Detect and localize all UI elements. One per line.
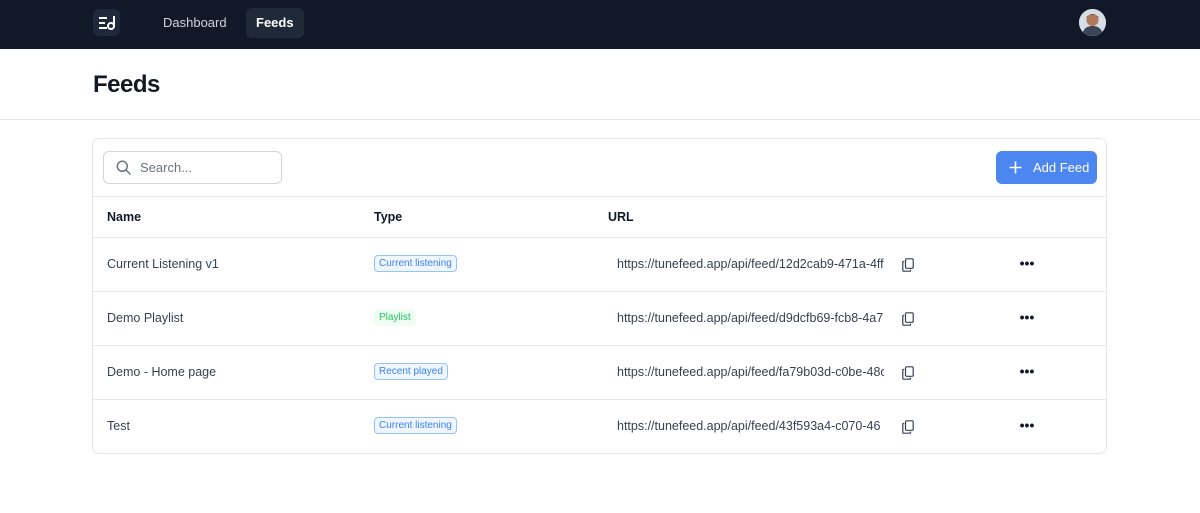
search-input[interactable] (140, 152, 275, 183)
type-badge: Playlist (374, 309, 416, 326)
feed-name: Demo Playlist (107, 311, 184, 325)
top-navbar: Dashboard Feeds (0, 0, 1200, 49)
feed-name: Current Listening v1 (107, 257, 219, 271)
feed-url: https://tunefeed.app/api/feed/43f593a4-c… (617, 419, 881, 433)
search-box[interactable] (103, 151, 282, 184)
feed-url: https://tunefeed.app/api/feed/12d2cab9-4… (617, 257, 884, 271)
nav-item-dashboard[interactable]: Dashboard (153, 8, 237, 38)
more-icon[interactable]: ••• (1018, 310, 1036, 326)
plus-icon (1009, 161, 1022, 174)
column-header-type: Type (374, 210, 403, 224)
feed-name: Demo - Home page (107, 365, 217, 379)
avatar[interactable] (1079, 9, 1106, 36)
copy-icon[interactable] (902, 420, 914, 434)
type-badge: Current listening (374, 417, 457, 434)
feed-name: Test (107, 419, 130, 433)
column-header-name: Name (107, 210, 142, 224)
copy-icon[interactable] (902, 366, 914, 380)
column-header-url: URL (608, 210, 634, 224)
feed-url: https://tunefeed.app/api/feed/d9dcfb69-f… (617, 311, 884, 325)
table-row: Test Current listening https://tunefeed.… (93, 400, 1106, 453)
add-feed-button[interactable]: Add Feed (996, 151, 1097, 184)
table-row: Current Listening v1 Current listening h… (93, 238, 1106, 292)
copy-icon[interactable] (902, 312, 914, 326)
more-icon[interactable]: ••• (1018, 256, 1036, 272)
type-badge: Recent played (374, 363, 448, 380)
app-logo-icon[interactable] (93, 9, 120, 36)
type-badge: Current listening (374, 255, 457, 272)
page-title: Feeds (93, 71, 160, 98)
table-header: Name Type URL (93, 196, 1106, 238)
table-row: Demo Playlist Playlist https://tunefeed.… (93, 292, 1106, 346)
copy-icon[interactable] (902, 258, 914, 272)
feeds-table-card: Add Feed Name Type URL Current Listening… (92, 138, 1107, 454)
more-icon[interactable]: ••• (1018, 418, 1036, 434)
table-row: Demo - Home page Recent played https://t… (93, 346, 1106, 400)
add-feed-label: Add Feed (1033, 160, 1090, 175)
page-header: Feeds (0, 49, 1200, 120)
nav-item-feeds[interactable]: Feeds (246, 8, 304, 38)
search-icon (116, 160, 131, 180)
feed-url: https://tunefeed.app/api/feed/fa79b03d-c… (617, 365, 884, 379)
more-icon[interactable]: ••• (1018, 364, 1036, 380)
